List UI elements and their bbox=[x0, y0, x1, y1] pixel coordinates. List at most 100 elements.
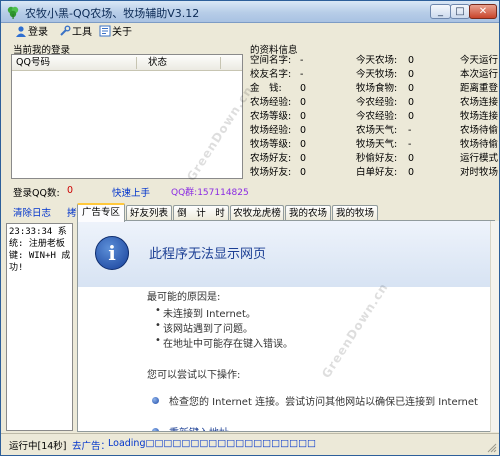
action-bullet-icon bbox=[152, 428, 159, 431]
info-label: 今天农场: bbox=[356, 55, 398, 66]
log-line: 功! bbox=[9, 263, 24, 273]
wrench-icon bbox=[60, 25, 71, 36]
info-label: 今天牧场: bbox=[356, 69, 398, 80]
tab-strip: 广告专区 好友列表 倒 计 时 农牧龙虎榜 我的农场 我的牧场 bbox=[77, 203, 499, 222]
close-icon: ✕ bbox=[478, 6, 488, 17]
menu-login[interactable]: 登录 bbox=[15, 25, 48, 39]
embedded-browser[interactable]: i 此程序无法显示网页 最可能的原因是: 未连接到 Internet。 该网站遇… bbox=[77, 220, 495, 432]
menu-login-label: 登录 bbox=[28, 27, 48, 38]
column-separator bbox=[136, 57, 137, 69]
info-label: 今农经验: bbox=[356, 111, 398, 122]
close-button[interactable]: ✕ bbox=[469, 4, 497, 19]
info-value: 0 bbox=[300, 139, 307, 150]
info-value: 0 bbox=[300, 167, 307, 178]
qq-group-link[interactable]: QQ群:157114825 bbox=[171, 185, 249, 198]
check-connection-text: 检查您的 Internet 连接。尝试访问其他网站以确保已连接到 Interne… bbox=[169, 397, 478, 408]
tab-my-ranch[interactable]: 我的牧场 bbox=[332, 205, 378, 221]
clear-log-button[interactable]: 清除日志 bbox=[13, 205, 51, 219]
info-label: 农场经验: bbox=[250, 97, 292, 108]
info-label: 农场等级: bbox=[250, 111, 292, 122]
tab-leaderboard[interactable]: 农牧龙虎榜 bbox=[230, 205, 284, 221]
running-status: 运行中[14秒] bbox=[9, 441, 67, 452]
info-value: - bbox=[300, 55, 304, 66]
info-label: 农场天气: bbox=[356, 125, 398, 136]
login-icon bbox=[16, 26, 26, 37]
info-value: - bbox=[408, 125, 412, 136]
cause-item: 在地址中可能存在键入错误。 bbox=[155, 335, 293, 350]
error-title: 此程序无法显示网页 bbox=[149, 247, 267, 262]
minimize-button[interactable]: _ bbox=[430, 4, 451, 19]
try-heading: 您可以尝试以下操作: bbox=[147, 370, 241, 381]
browser-scrollbar[interactable] bbox=[490, 221, 499, 432]
info-label: 秒偷好友: bbox=[356, 153, 398, 164]
list-header: QQ号码 状态 bbox=[12, 55, 242, 71]
info-label: 本次运行 bbox=[460, 69, 499, 80]
info-label: 运行模式 bbox=[460, 153, 499, 164]
info-icon: i bbox=[95, 236, 129, 270]
info-value: 0 bbox=[408, 153, 415, 164]
menu-tools-label: 工具 bbox=[72, 27, 92, 38]
info-value: - bbox=[408, 139, 412, 150]
error-header: i 此程序无法显示网页 bbox=[78, 221, 494, 287]
column-header-qq[interactable]: QQ号码 bbox=[12, 55, 50, 71]
info-value: 0 bbox=[408, 167, 415, 178]
copy-log-button[interactable]: 拷 bbox=[67, 205, 77, 219]
loading-text: Loading□□□□□□□□□□□□□□□□□□□ bbox=[108, 438, 317, 449]
info-label: 今农经验: bbox=[356, 97, 398, 108]
info-label: 空间名字: bbox=[250, 55, 292, 66]
quick-start-link[interactable]: 快速上手 bbox=[112, 185, 150, 199]
possible-causes-heading: 最可能的原因是: bbox=[147, 292, 221, 303]
info-label: 白单好友: bbox=[356, 167, 398, 178]
info-label: 牧场经验: bbox=[250, 125, 292, 136]
tab-friends[interactable]: 好友列表 bbox=[126, 205, 172, 221]
tab-ads[interactable]: 广告专区 bbox=[77, 203, 125, 222]
maximize-button[interactable]: □ bbox=[450, 4, 470, 19]
cause-item: 该网站遇到了问题。 bbox=[155, 320, 253, 335]
info-label: 牧场天气: bbox=[356, 139, 398, 150]
menu-tools[interactable]: 工具 bbox=[59, 25, 92, 39]
info-label: 对时牧场 bbox=[460, 167, 499, 178]
info-value: 0 bbox=[408, 55, 415, 66]
info-value: 0 bbox=[408, 83, 415, 94]
tab-countdown[interactable]: 倒 计 时 bbox=[173, 205, 229, 221]
info-value: 0 bbox=[300, 153, 307, 164]
login-count-value: 0 bbox=[67, 185, 74, 196]
info-label: 农场好友: bbox=[250, 153, 292, 164]
log-panel[interactable]: 23:33:34 系 统: 注册老板 键: WIN+H 成 功! bbox=[6, 223, 73, 431]
info-label: 牧场食物: bbox=[356, 83, 398, 94]
menu-about-label: 关于 bbox=[112, 27, 132, 38]
info-icon bbox=[99, 25, 111, 37]
info-label: 牧场连接 bbox=[460, 111, 499, 122]
status-bar: 运行中[14秒] 去广告： Loading□□□□□□□□□□□□□□□□□□□ bbox=[1, 433, 499, 455]
info-value: 0 bbox=[408, 69, 415, 80]
info-value: 0 bbox=[300, 125, 307, 136]
info-label: 农场待偷 bbox=[460, 125, 499, 136]
title-bar[interactable]: 农牧小黑-QQ农场、牧场辅助V3.12 _ □ ✕ bbox=[1, 1, 499, 23]
login-count-label: 登录QQ数: bbox=[13, 188, 60, 199]
remove-ads-link[interactable]: 去广告： bbox=[72, 438, 110, 452]
profile-info-grid: 空间名字: - 今天农场: 0 今天运行 校友名字: - 今天牧场: 0 本次运行金 钱: 0 牧场食… bbox=[250, 54, 500, 180]
info-label: 金 钱: bbox=[250, 83, 282, 94]
info-label: 牧场待偷 bbox=[460, 139, 499, 150]
column-header-status[interactable]: 状态 bbox=[144, 55, 167, 71]
retype-address-link[interactable]: 重新键入地址。 bbox=[169, 424, 239, 431]
info-label: 距离重登 bbox=[460, 83, 499, 94]
info-label: 农场连接 bbox=[460, 97, 499, 108]
resize-grip-icon[interactable] bbox=[487, 443, 497, 453]
info-value: 0 bbox=[300, 97, 307, 108]
tab-my-farm[interactable]: 我的农场 bbox=[285, 205, 331, 221]
info-label: 牧场好友: bbox=[250, 167, 292, 178]
log-line: 统: 注册老板 bbox=[9, 239, 65, 249]
menu-about[interactable]: 关于 bbox=[99, 25, 132, 39]
info-value: 0 bbox=[300, 83, 307, 94]
action-bullet-icon bbox=[152, 397, 159, 404]
info-label: 牧场等级: bbox=[250, 139, 292, 150]
log-line: 23:33:34 系 bbox=[9, 227, 67, 237]
info-value: 0 bbox=[408, 97, 415, 108]
cause-item: 未连接到 Internet。 bbox=[155, 305, 256, 320]
app-window: 农牧小黑-QQ农场、牧场辅助V3.12 _ □ ✕ 登录 工具 关于 当前我的登… bbox=[0, 0, 500, 456]
login-status-row: 登录QQ数: 0 快速上手 QQ群:157114825 bbox=[1, 181, 499, 199]
minimize-icon: _ bbox=[438, 6, 443, 17]
log-actions: 清除日志 拷 bbox=[1, 202, 77, 219]
window-title: 农牧小黑-QQ农场、牧场辅助V3.12 bbox=[25, 7, 200, 20]
